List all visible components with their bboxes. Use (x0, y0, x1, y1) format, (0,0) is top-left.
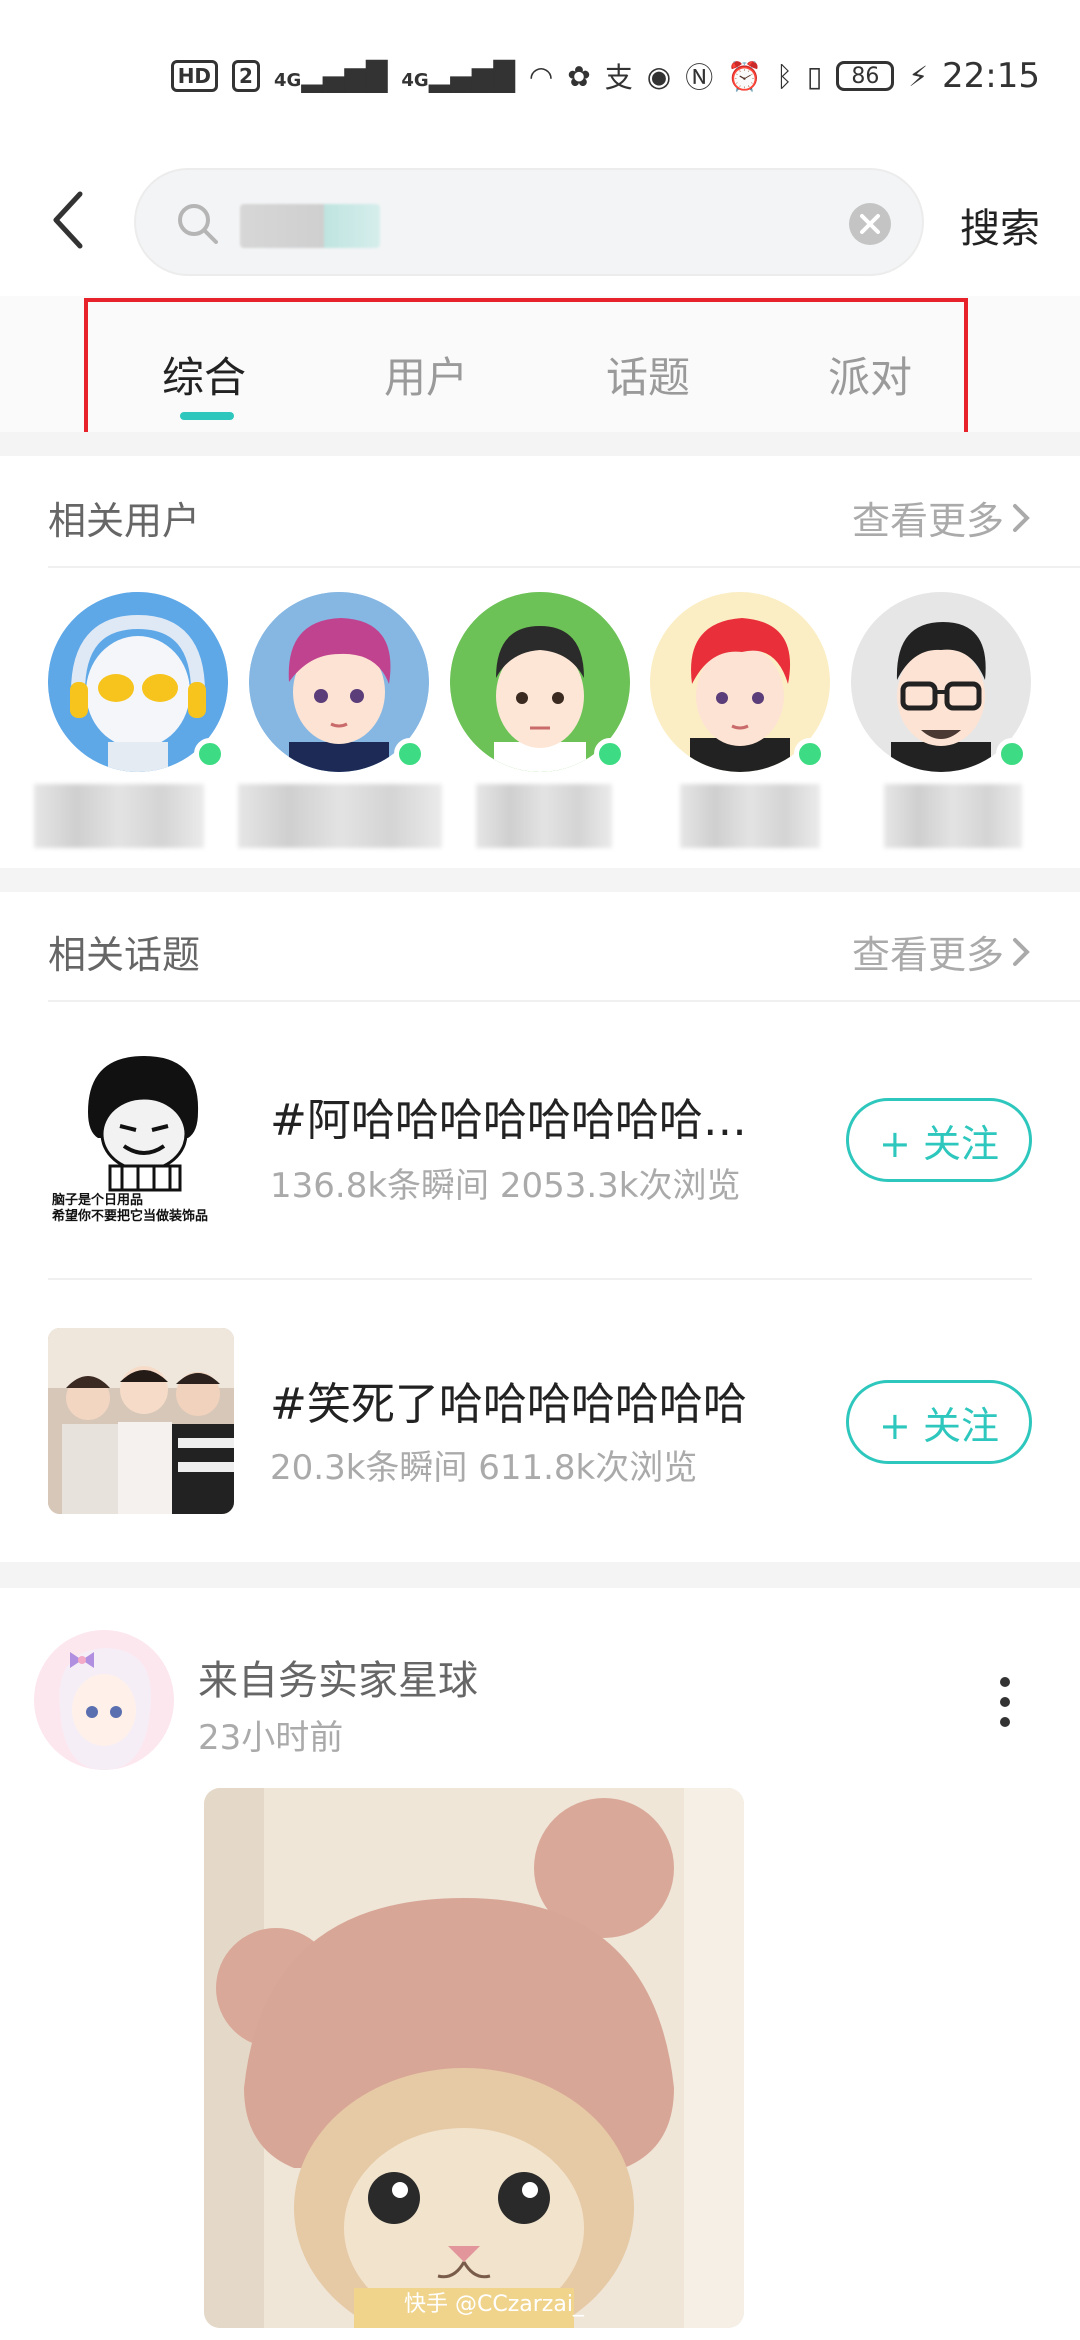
see-more-label: 查看更多 (851, 933, 1004, 977)
topic-stats: 136.8k条瞬间 2053.3k次浏览 (270, 1166, 741, 1206)
online-indicator (996, 738, 1028, 770)
online-indicator (794, 738, 826, 770)
nfc-icon: Ⓝ (685, 61, 714, 94)
section-divider (0, 1562, 1080, 1588)
meme-caption-1: 脑子是个日用品 (52, 1192, 143, 1208)
battery-icon: 86 (836, 61, 895, 91)
see-more-label: 查看更多 (851, 499, 1004, 543)
charging-icon: ⚡ (908, 59, 929, 93)
meme-face-icon: 脑子是个日用品 希望你不要把它当做装饰品 (48, 1042, 234, 1228)
post-author-name[interactable]: 来自务实家星球 (198, 1648, 478, 1706)
more-options-icon[interactable] (990, 1672, 1020, 1732)
follow-topic-button[interactable]: + 关注 (846, 1098, 1032, 1182)
username-redacted (476, 784, 612, 848)
avatar-girl-icon (34, 1630, 174, 1770)
online-indicator (194, 738, 226, 770)
follow-topic-button[interactable]: + 关注 (846, 1380, 1032, 1464)
clear-icon[interactable] (848, 202, 892, 246)
post-author-avatar[interactable] (34, 1630, 174, 1770)
online-indicator (594, 738, 626, 770)
clock: 22:15 (942, 56, 1040, 96)
related-users-title: 相关用户 (48, 499, 201, 543)
search-icon (178, 204, 218, 244)
vibrate-icon: ▯ (806, 59, 823, 93)
topic-stats: 20.3k条瞬间 611.8k次浏览 (270, 1448, 698, 1488)
online-indicator (394, 738, 426, 770)
chevron-right-icon (1013, 937, 1030, 966)
post-time: 23小时前 (198, 1718, 344, 1758)
topic-title[interactable]: #笑死了哈哈哈哈哈哈哈 (270, 1368, 747, 1432)
topic-title[interactable]: #阿哈哈哈哈哈哈哈哈… (270, 1084, 747, 1148)
wechat-icon: ✿ (567, 59, 591, 93)
bluetooth-icon: ᛒ (776, 59, 793, 93)
weibo-icon: ◉ (646, 59, 672, 93)
video-watermark: 快手 @CCzarzai_ (404, 2292, 584, 2317)
signal-1: 4G▂▄▆█ (274, 60, 387, 93)
group-photo-icon (48, 1328, 234, 1514)
hd-icon: HD (170, 60, 219, 92)
username-redacted (238, 784, 442, 848)
related-topics-title: 相关话题 (48, 933, 201, 977)
sim-badge: 2 (232, 60, 260, 92)
search-input[interactable] (134, 168, 924, 276)
divider (48, 1000, 1080, 1002)
chevron-left-icon (53, 191, 83, 249)
username-redacted (680, 784, 820, 848)
annotation-highlight-box (84, 298, 968, 452)
section-divider (0, 432, 1080, 456)
cat-in-bear-hat-icon (204, 1788, 744, 2328)
network-type-2: 4G (401, 69, 429, 91)
signal-2: 4G▂▄▆█ (401, 60, 514, 93)
battery-level: 86 (836, 61, 895, 91)
meme-caption-2: 希望你不要把它当做装饰品 (52, 1208, 208, 1224)
back-button[interactable] (40, 180, 100, 260)
status-icons: HD 2 4G▂▄▆█ 4G▂▄▆█ ◠ ✿ 支 ◉ Ⓝ ⏰ ᛒ ▯ 86 ⚡ … (170, 56, 1040, 96)
divider (48, 566, 1080, 568)
section-divider (0, 868, 1080, 892)
network-type-1: 4G (273, 69, 302, 91)
search-button[interactable]: 搜索 (960, 196, 1040, 254)
alipay-icon: 支 (604, 61, 633, 94)
status-bar: HD 2 4G▂▄▆█ 4G▂▄▆█ ◠ ✿ 支 ◉ Ⓝ ⏰ ᛒ ▯ 86 ⚡ … (0, 0, 1080, 150)
chevron-right-icon (1013, 503, 1030, 532)
related-users-see-more[interactable]: 查看更多 (852, 490, 1032, 545)
signal-bars-icon: ▂▄▆█ (428, 59, 515, 93)
topic-thumbnail-photo[interactable] (48, 1328, 234, 1514)
post-image[interactable]: 快手 @CCzarzai_ (204, 1788, 744, 2328)
divider (48, 1278, 1032, 1280)
username-redacted (884, 784, 1022, 848)
wifi-icon: ◠ (528, 59, 554, 93)
alarm-icon: ⏰ (727, 59, 763, 93)
username-redacted (34, 784, 204, 848)
search-query-redacted (240, 204, 380, 248)
signal-bars-icon: ▂▄▆█ (301, 59, 388, 93)
topic-thumbnail-meme[interactable]: 脑子是个日用品 希望你不要把它当做装饰品 (48, 1042, 234, 1228)
related-topics-see-more[interactable]: 查看更多 (852, 924, 1032, 979)
